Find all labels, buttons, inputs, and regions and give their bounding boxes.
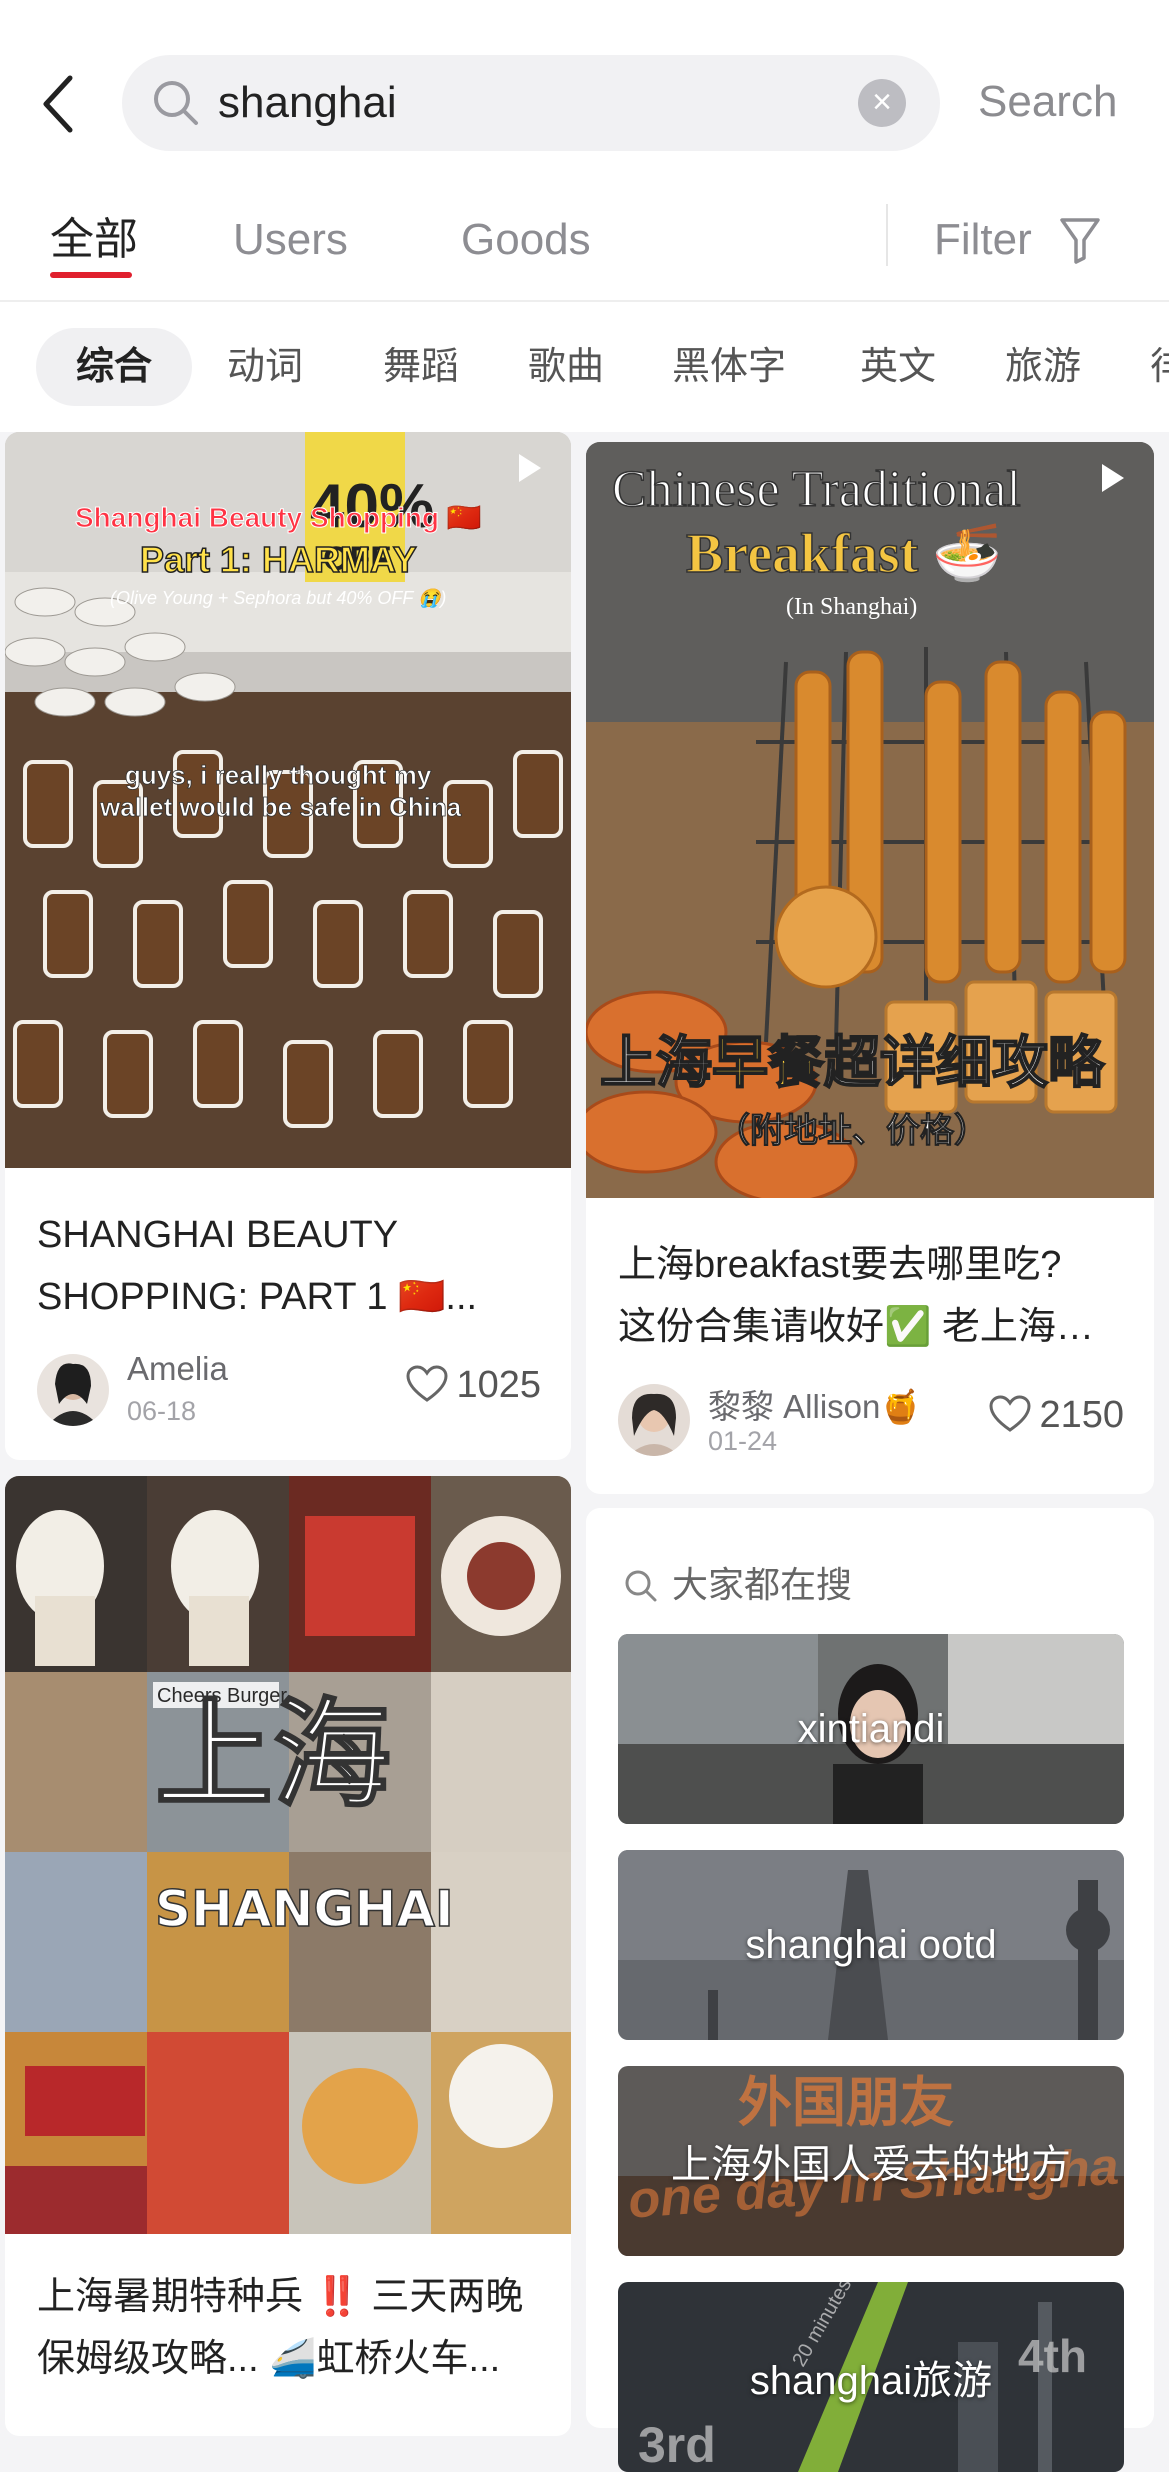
note-title-line-2: SHOPPING: PART 1 🇨🇳...	[37, 1276, 478, 1318]
note-title-line-1: SHANGHAI BEAUTY	[37, 1214, 399, 1256]
cover-text-location: (In Shanghai)	[786, 594, 917, 620]
tab-divider	[886, 204, 888, 266]
post-date: 06-18	[127, 1396, 197, 1426]
note-title-line-1: 上海breakfast要去哪里吃?	[618, 1244, 1062, 1286]
cover-text-caption-1: guys, i really thought my	[125, 760, 432, 790]
heart-icon	[406, 1365, 448, 1402]
chip-more[interactable]: 徘	[1150, 328, 1169, 406]
clear-search-icon[interactable]: ×	[858, 79, 906, 127]
note-title[interactable]: 上海暑期特种兵 ‼️ 三天两晚 保姆级攻略... 🚄虹桥火车...	[37, 2266, 539, 2390]
tab-goods[interactable]: Goods	[461, 210, 591, 270]
category-chips: 综合 动词 舞蹈 歌曲 黑体字 英文 旅游 徘	[0, 302, 1169, 432]
cover-text-title: Chinese Traditional	[612, 461, 1021, 518]
cover-text-title: Shanghai Beauty Shopping 🇨🇳	[75, 502, 482, 533]
trending-searches-card: 大家都在搜 xintiandi shanghai ootd 外国朋友 one d…	[586, 1508, 1154, 2472]
author-name: 黎黎 Allison🍯	[708, 1388, 922, 1425]
note-cover-image[interactable]: Chinese Traditional Breakfast 🍜 (In Shan…	[586, 442, 1154, 1198]
filter-icon[interactable]	[1058, 214, 1102, 266]
note-cover-image[interactable]: 40% OFF Shanghai Beauty Shopping 🇨🇳 Part…	[5, 432, 571, 1168]
chip-verb[interactable]: 动词	[227, 328, 303, 406]
chip-dance[interactable]: 舞蹈	[383, 328, 459, 406]
trending-title: 大家都在搜	[672, 1564, 853, 1605]
chip-comprehensive[interactable]: 综合	[36, 328, 193, 406]
trending-item-shanghai-travel[interactable]: 3rd 4th 20 minutes shanghai旅游	[618, 2282, 1124, 2472]
cover-text-headline: 上海早餐超详细攻略	[600, 1031, 1105, 1096]
note-title-line-2: 这份合集请收好✅ 老上海…	[618, 1306, 1094, 1348]
note-title-line-1: 上海暑期特种兵 ‼️ 三天两晚	[37, 2276, 524, 2318]
video-play-icon	[519, 454, 541, 482]
cover-text-subtitle: Part 1: HARMAY	[140, 539, 417, 580]
cover-text-subtitle: Breakfast 🍜	[686, 523, 1002, 585]
trending-item-shanghai-ootd[interactable]: shanghai ootd	[618, 1850, 1124, 2040]
active-tab-indicator	[50, 272, 132, 278]
note-card[interactable]: 40% OFF Shanghai Beauty Shopping 🇨🇳 Part…	[5, 432, 571, 1460]
like-button[interactable]: 1025	[406, 1364, 541, 1407]
cover-illustration: 40% OFF Shanghai Beauty Shopping 🇨🇳 Part…	[5, 432, 571, 1168]
heart-icon	[989, 1395, 1031, 1432]
note-title[interactable]: 上海breakfast要去哪里吃? 这份合集请收好✅ 老上海…	[618, 1234, 1122, 1358]
trending-item-label: 上海外国人爱去的地方	[671, 2143, 1071, 2187]
back-arrow-icon[interactable]	[40, 72, 80, 136]
cover-text-english: SHANGHAI	[155, 1880, 454, 1938]
note-cover-image[interactable]: Cheers Burger 上海 SHANGHAI	[5, 1476, 571, 2234]
trending-item-label: xintiandi	[797, 1706, 945, 1751]
avatar[interactable]	[37, 1354, 109, 1426]
like-button[interactable]: 2150	[989, 1394, 1124, 1437]
cover-text-note: (Olive Young + Sephora but 40% OFF 😭)	[110, 588, 446, 608]
avatar[interactable]	[618, 1384, 690, 1456]
tab-all[interactable]: 全部	[50, 210, 138, 270]
cover-text-chinese: 上海	[155, 1685, 391, 1824]
result-tabs: 全部 Users Goods Filter	[0, 204, 1169, 302]
cover-text-caption-2: wallet would be safe in China	[99, 792, 462, 822]
trending-item-label: shanghai ootd	[745, 1922, 997, 1967]
trending-item-label: shanghai旅游	[749, 2359, 993, 2403]
trending-header: 大家都在搜	[622, 1556, 852, 1608]
search-input[interactable]: shanghai ×	[122, 55, 940, 151]
search-button[interactable]: Search	[978, 70, 1117, 134]
note-title-line-2: 保姆级攻略... 🚄虹桥火车...	[37, 2338, 501, 2380]
filter-button[interactable]: Filter	[934, 210, 1032, 270]
tab-users[interactable]: Users	[233, 210, 348, 270]
chip-song[interactable]: 歌曲	[528, 328, 604, 406]
video-play-icon	[1102, 464, 1124, 492]
note-card[interactable]: Cheers Burger 上海 SHANGHAI 上海暑期特种兵 ‼️ 三天两…	[5, 1476, 571, 2436]
search-query-text[interactable]: shanghai	[218, 75, 397, 131]
search-icon	[625, 1570, 657, 1602]
chip-bold-font[interactable]: 黑体字	[672, 328, 786, 406]
note-card[interactable]: Chinese Traditional Breakfast 🍜 (In Shan…	[586, 442, 1154, 1494]
author-name: Amelia	[127, 1350, 228, 1387]
like-count: 2150	[1039, 1394, 1124, 1436]
note-title[interactable]: SHANGHAI BEAUTY SHOPPING: PART 1 🇨🇳...	[37, 1204, 539, 1328]
chip-travel[interactable]: 旅游	[1005, 328, 1081, 406]
search-header: shanghai × Search	[0, 0, 1169, 210]
trending-item-xintiandi[interactable]: xintiandi	[618, 1634, 1124, 1824]
post-date: 01-24	[708, 1426, 778, 1456]
like-count: 1025	[456, 1364, 541, 1406]
cover-illustration: Chinese Traditional Breakfast 🍜 (In Shan…	[586, 442, 1154, 1198]
chip-english[interactable]: 英文	[860, 328, 936, 406]
cover-text-caption: （附地址、价格）	[716, 1111, 988, 1151]
search-icon	[154, 81, 198, 125]
cover-collage: Cheers Burger 上海 SHANGHAI	[5, 1476, 571, 2234]
trending-item-foreigners-places[interactable]: 外国朋友 one day in Shangha 上海外国人爱去的地方	[618, 2066, 1124, 2256]
